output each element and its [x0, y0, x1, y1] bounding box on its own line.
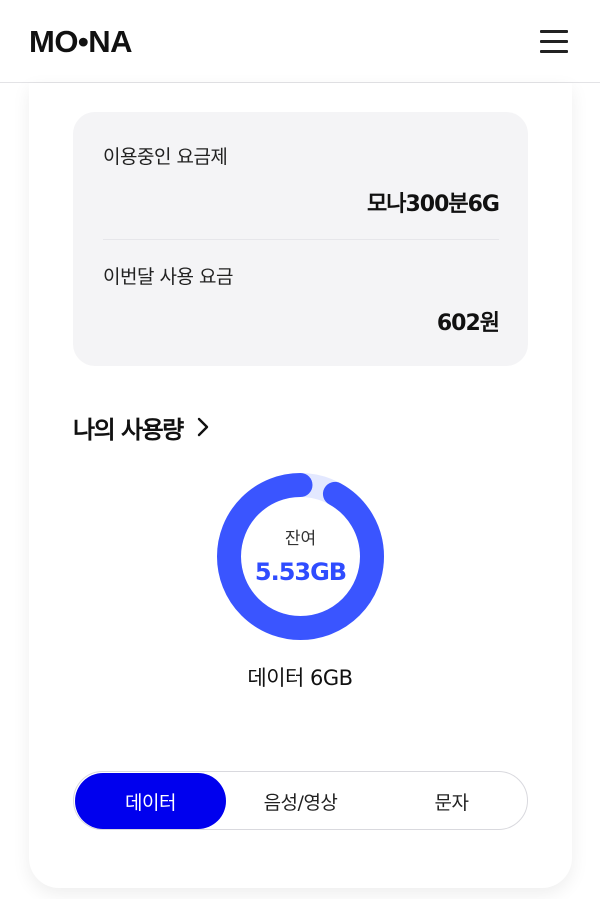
- remaining-value: 5.53GB: [254, 558, 347, 586]
- monthly-fee-label: 이번달 사용 요금: [103, 266, 233, 288]
- remaining-label: 잔여: [284, 529, 317, 549]
- monthly-fee-value: 602원: [436, 311, 500, 336]
- data-remaining-donut: [217, 473, 384, 640]
- chevron-right-icon: [197, 417, 208, 437]
- hamburger-menu-icon[interactable]: [536, 26, 572, 56]
- plan-summary-box: 이용중인 요금제 모나300분6G 이번달 사용 요금 602원: [73, 112, 528, 366]
- mona-logo[interactable]: MO•NA: [29, 26, 133, 57]
- my-usage-link[interactable]: 나의 사용량: [73, 410, 211, 444]
- tab-sms[interactable]: 문자: [376, 773, 527, 829]
- tab-voice-video[interactable]: 음성/영상: [225, 773, 376, 829]
- usage-tab-bar: 데이터 음성/영상 문자: [73, 771, 528, 830]
- top-header: MO•NA: [0, 0, 600, 83]
- current-plan-value: 모나300분6G: [366, 192, 500, 217]
- plan-divider: [103, 239, 499, 240]
- tab-data[interactable]: 데이터: [75, 773, 226, 829]
- my-usage-title: 나의 사용량: [73, 415, 184, 444]
- donut-remaining-arc: [217, 473, 384, 640]
- data-plan-caption: 데이터 6GB: [247, 666, 353, 690]
- current-plan-label: 이용중인 요금제: [103, 146, 228, 168]
